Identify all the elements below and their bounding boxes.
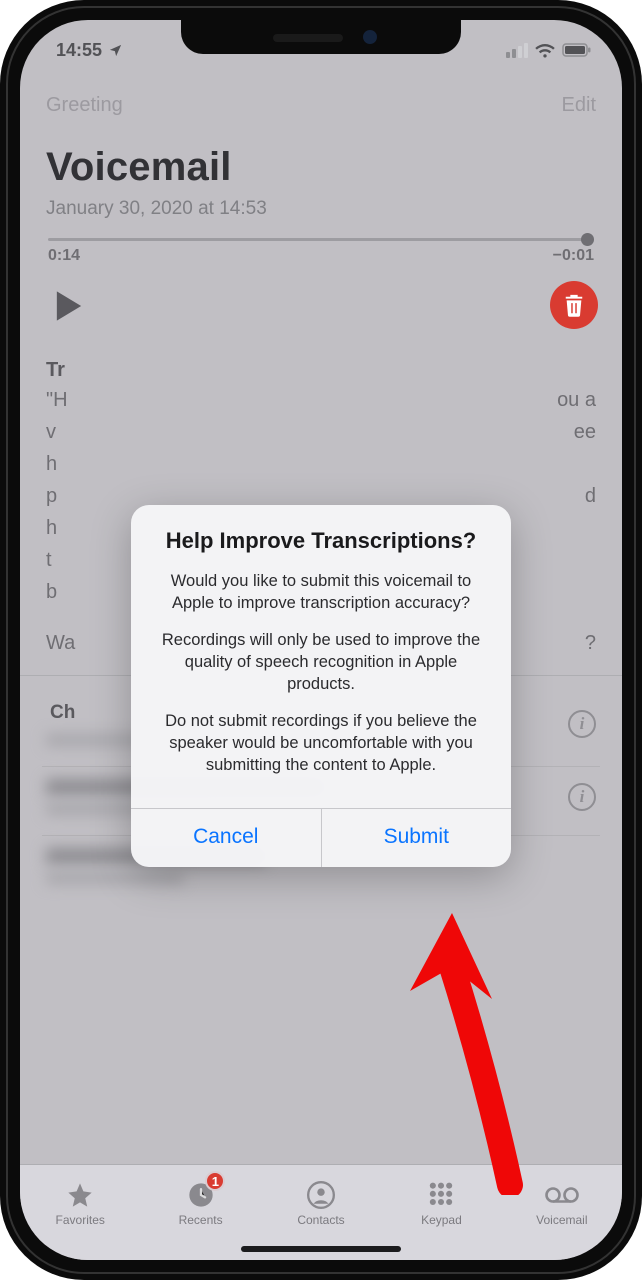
screen: 14:55 Greeting Edit Voicemail xyxy=(20,20,622,1260)
cancel-button[interactable]: Cancel xyxy=(131,809,322,867)
alert-body: Would you like to submit this voicemail … xyxy=(131,558,511,808)
alert-backdrop: Help Improve Transcriptions? Would you l… xyxy=(20,20,622,1260)
submit-button[interactable]: Submit xyxy=(322,809,512,867)
phone-frame: 14:55 Greeting Edit Voicemail xyxy=(0,0,642,1280)
alert-dialog: Help Improve Transcriptions? Would you l… xyxy=(131,505,511,868)
alert-title: Help Improve Transcriptions? xyxy=(131,505,511,559)
